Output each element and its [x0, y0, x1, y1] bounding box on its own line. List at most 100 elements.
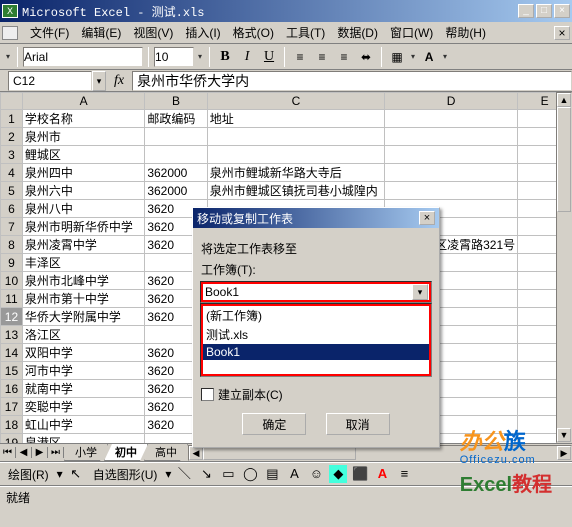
scroll-right-arrow-icon[interactable]: ▶: [557, 446, 571, 460]
cell[interactable]: 邮政编码: [145, 110, 207, 128]
row-header[interactable]: 13: [1, 326, 23, 344]
dialog-titlebar[interactable]: 移动或复制工作表 ×: [193, 208, 439, 228]
autoshapes-menu[interactable]: 自选图形(U): [89, 466, 162, 483]
list-item[interactable]: (新工作簿): [203, 306, 429, 325]
textbox-icon[interactable]: ▤: [263, 465, 281, 483]
cell[interactable]: [145, 146, 207, 164]
cell[interactable]: [207, 146, 384, 164]
arrow-icon[interactable]: ↘: [197, 465, 215, 483]
cell[interactable]: 就南中学: [22, 380, 144, 398]
minimize-button[interactable]: _: [518, 4, 534, 18]
font-color-button[interactable]: A: [419, 47, 439, 67]
row-header[interactable]: 3: [1, 146, 23, 164]
fontcolor-chevron-icon[interactable]: ▾: [441, 52, 449, 61]
cell[interactable]: 泉州市鲤城新华路大寺后: [207, 164, 384, 182]
align-right-button[interactable]: ≡: [334, 47, 354, 67]
cell[interactable]: 学校名称: [22, 110, 144, 128]
col-header-d[interactable]: D: [385, 93, 518, 110]
row-header[interactable]: 10: [1, 272, 23, 290]
italic-button[interactable]: I: [237, 47, 257, 67]
cell[interactable]: 泉州凌霄中学: [22, 236, 144, 254]
menu-view[interactable]: 视图(V): [127, 22, 179, 43]
name-box[interactable]: C12: [8, 71, 92, 91]
close-button[interactable]: ×: [554, 4, 570, 18]
workbook-listbox[interactable]: (新工作簿) 测试.xls Book1: [201, 304, 431, 376]
align-center-button[interactable]: ≡: [312, 47, 332, 67]
row-header[interactable]: 16: [1, 380, 23, 398]
cell[interactable]: 洛江区: [22, 326, 144, 344]
list-item[interactable]: 测试.xls: [203, 325, 429, 344]
cell[interactable]: 泉州市北峰中学: [22, 272, 144, 290]
font-name-combo[interactable]: [23, 47, 143, 67]
cell[interactable]: 362000: [145, 164, 207, 182]
toolbar-chevron-icon[interactable]: ▾: [4, 52, 12, 61]
menu-file[interactable]: 文件(F): [24, 22, 75, 43]
combo-dropdown-icon[interactable]: ▾: [412, 284, 428, 300]
menu-format[interactable]: 格式(O): [227, 22, 280, 43]
row-header[interactable]: 2: [1, 128, 23, 146]
cell[interactable]: 泉州四中: [22, 164, 144, 182]
create-copy-checkbox[interactable]: [201, 388, 214, 401]
row-header[interactable]: 5: [1, 182, 23, 200]
cell[interactable]: 华侨大学附属中学: [22, 308, 144, 326]
underline-button[interactable]: U: [259, 47, 279, 67]
vertical-scrollbar[interactable]: ▲ ▼: [556, 92, 572, 443]
oval-icon[interactable]: ◯: [241, 465, 259, 483]
ok-button[interactable]: 确定: [242, 413, 306, 435]
row-header[interactable]: 1: [1, 110, 23, 128]
row-header[interactable]: 11: [1, 290, 23, 308]
menu-tools[interactable]: 工具(T): [280, 22, 331, 43]
merge-center-button[interactable]: ⬌: [356, 47, 376, 67]
cell[interactable]: [385, 182, 518, 200]
row-header[interactable]: 17: [1, 398, 23, 416]
cell[interactable]: 泉州市第十中学: [22, 290, 144, 308]
sheet-tab-1[interactable]: 小学: [64, 444, 108, 461]
scroll-up-arrow-icon[interactable]: ▲: [557, 93, 571, 107]
cell[interactable]: 河市中学: [22, 362, 144, 380]
size-chevron-icon[interactable]: ▾: [196, 52, 204, 61]
row-header[interactable]: 15: [1, 362, 23, 380]
cell[interactable]: [207, 128, 384, 146]
namebox-dropdown[interactable]: ▾: [92, 71, 106, 91]
dialog-close-button[interactable]: ×: [419, 211, 435, 225]
draw-menu[interactable]: 绘图(R): [4, 466, 53, 483]
row-header[interactable]: 14: [1, 344, 23, 362]
tab-nav-prev-icon[interactable]: ◀: [16, 447, 32, 458]
cell[interactable]: 泉州市明新华侨中学: [22, 218, 144, 236]
menu-window[interactable]: 窗口(W): [384, 22, 439, 43]
row-header[interactable]: 8: [1, 236, 23, 254]
line-color-icon[interactable]: ⬛: [351, 465, 369, 483]
row-header[interactable]: 9: [1, 254, 23, 272]
sheet-tab-2[interactable]: 初中: [104, 444, 148, 461]
clipart-icon[interactable]: ☺: [307, 465, 325, 483]
tab-nav-last-icon[interactable]: ⏭: [48, 447, 64, 458]
cell[interactable]: 362000: [145, 182, 207, 200]
cell[interactable]: 奕聪中学: [22, 398, 144, 416]
font-color-draw-icon[interactable]: A: [373, 465, 391, 483]
list-item-selected[interactable]: Book1: [203, 344, 429, 360]
tab-nav-next-icon[interactable]: ▶: [32, 447, 48, 458]
scroll-down-arrow-icon[interactable]: ▼: [557, 428, 571, 442]
cell[interactable]: [385, 128, 518, 146]
borders-chevron-icon[interactable]: ▾: [409, 52, 417, 61]
menu-data[interactable]: 数据(D): [331, 22, 384, 43]
close-doc-button[interactable]: ×: [554, 26, 570, 40]
cell[interactable]: 泉州八中: [22, 200, 144, 218]
cell[interactable]: [385, 110, 518, 128]
cell[interactable]: [385, 146, 518, 164]
formula-bar[interactable]: 泉州市华侨大学内: [132, 71, 572, 91]
cell[interactable]: 泉州市: [22, 128, 144, 146]
align-left-button[interactable]: ≡: [290, 47, 310, 67]
col-header-a[interactable]: A: [22, 93, 144, 110]
select-arrow-icon[interactable]: ↖: [67, 465, 85, 483]
col-header-b[interactable]: B: [145, 93, 207, 110]
sheet-tab-3[interactable]: 高中: [144, 444, 188, 461]
cell[interactable]: [385, 164, 518, 182]
fx-label[interactable]: fx: [106, 73, 132, 89]
menu-insert[interactable]: 插入(I): [179, 22, 226, 43]
cell[interactable]: 丰泽区: [22, 254, 144, 272]
font-size-combo[interactable]: [154, 47, 194, 67]
tab-nav-first-icon[interactable]: ⏮: [0, 447, 16, 458]
row-header[interactable]: 18: [1, 416, 23, 434]
borders-button[interactable]: ▦: [387, 47, 407, 67]
